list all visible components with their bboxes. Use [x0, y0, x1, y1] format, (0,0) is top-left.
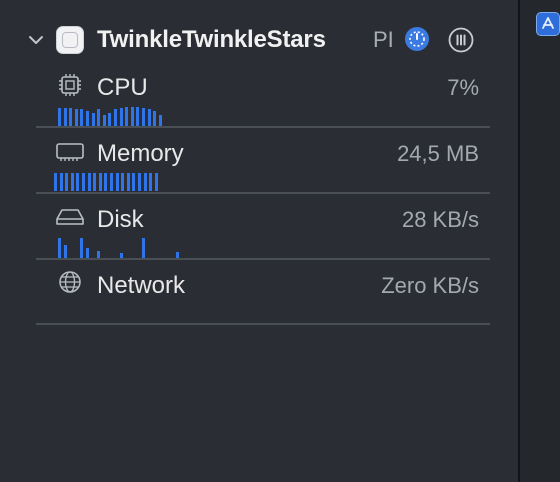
sparkline-bar [142, 238, 145, 258]
cpu-sparkline [58, 104, 168, 126]
disk-drive-icon [56, 209, 84, 225]
sparkline-bar [126, 173, 130, 191]
app-icon [56, 26, 84, 54]
sparkline-bar [132, 173, 136, 191]
sparkline-bar [58, 108, 61, 126]
sparkline-bar [69, 108, 73, 126]
sparkline-bar [158, 115, 162, 126]
sparkline-bar [54, 173, 57, 191]
pause-circle-icon[interactable] [448, 27, 474, 53]
sparkline-bar [130, 107, 134, 126]
sparkline-bar [121, 173, 125, 191]
metric-value: 24,5 MB [397, 141, 479, 166]
metric-label: Memory [97, 140, 184, 167]
metric-row-network[interactable]: Network Zero KB/s [0, 266, 518, 326]
metric-label: Disk [97, 206, 144, 233]
sparkline-bar [149, 173, 153, 191]
metric-row-disk[interactable]: Disk 28 KB/s [0, 200, 518, 260]
sparkline-bar [63, 108, 67, 126]
sparkline-bar [59, 173, 63, 191]
sparkline-bar [97, 109, 101, 126]
sparkline-bar [76, 173, 80, 191]
sparkline-bar [86, 111, 89, 126]
sparkline-bar [102, 115, 106, 126]
sparkline-bar [65, 173, 69, 191]
process-header[interactable]: TwinkleTwinkleStars PI [0, 20, 518, 62]
sparkline-bar [58, 238, 61, 258]
globe-icon [59, 271, 81, 293]
metric-row-cpu[interactable]: CPU 7% [0, 68, 518, 128]
sparkline-bar [87, 173, 91, 191]
metric-row-memory[interactable]: Memory 24,5 MB [0, 134, 518, 194]
app-store-tab-icon[interactable] [536, 12, 560, 36]
sparkline-bar [142, 108, 145, 126]
sparkline-bar [80, 238, 84, 258]
separator [36, 323, 490, 325]
sparkline-bar [98, 173, 102, 191]
sparkline-bar [63, 245, 67, 258]
separator [36, 126, 490, 128]
sparkline-bar [147, 109, 151, 126]
sparkline-bar [74, 109, 78, 126]
sparkline-bar [136, 107, 140, 126]
metric-value: Zero KB/s [381, 273, 479, 298]
right-pane [520, 0, 560, 482]
sparkline-bar [93, 173, 97, 191]
metric-label: CPU [97, 74, 148, 101]
metric-value: 7% [447, 75, 479, 100]
metric-value: 28 KB/s [401, 207, 479, 232]
process-name: TwinkleTwinkleStars [97, 26, 326, 53]
sparkline-bar [104, 173, 108, 191]
sparkline-bar [153, 111, 157, 126]
sparkline-bar [125, 107, 129, 126]
sparkline-bar [91, 113, 95, 126]
sparkline-bar [97, 251, 101, 258]
chevron-down-icon[interactable] [28, 32, 44, 48]
sparkline-bar [114, 109, 117, 126]
disk-sparkline [58, 238, 188, 258]
memory-module-icon [56, 143, 84, 161]
separator [36, 258, 490, 260]
sparkline-bar [82, 173, 85, 191]
sparkline-bar [143, 173, 147, 191]
sparkline-bar [80, 109, 84, 126]
metric-label: Network [97, 272, 186, 299]
sparkline-bar [115, 173, 119, 191]
sparkline-bar [110, 173, 113, 191]
separator [36, 192, 490, 194]
sparkline-bar [119, 108, 123, 126]
sparkline-bar [154, 173, 158, 191]
sparkline-bar [70, 173, 74, 191]
memory-sparkline [54, 171, 164, 191]
cpu-chip-icon [59, 74, 81, 96]
sparkline-bar [108, 113, 112, 126]
sparkline-bar [138, 173, 141, 191]
debug-gauge-icon[interactable] [405, 27, 429, 51]
sparkline-bar [86, 248, 89, 258]
pid-label: PI [373, 27, 394, 52]
